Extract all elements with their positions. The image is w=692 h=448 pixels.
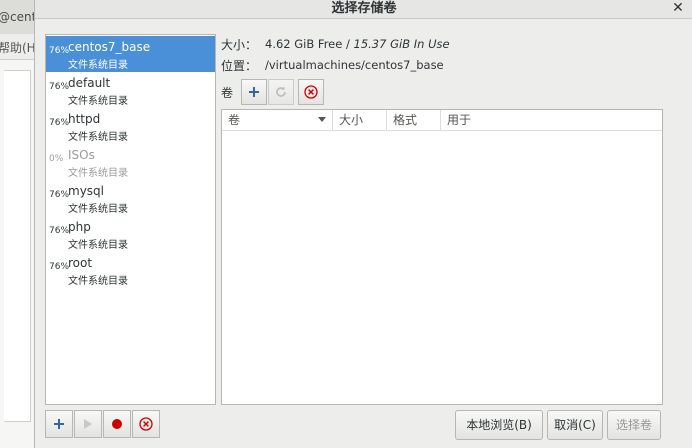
pool-item-default[interactable]: 76% default 文件系统目录 xyxy=(46,72,215,108)
pool-type: 文件系统目录 xyxy=(68,132,128,143)
background-window-menubar: 帮助(H xyxy=(0,34,34,60)
pool-usage-percent: 76% xyxy=(49,190,70,200)
volume-table[interactable]: 卷 大小 格式 用于 xyxy=(221,109,663,405)
pool-item-httpd[interactable]: 76% httpd 文件系统目录 xyxy=(46,108,215,144)
plus-icon xyxy=(249,87,259,97)
add-volume-button[interactable] xyxy=(241,79,267,105)
pool-name: default xyxy=(68,76,111,90)
column-header-volume[interactable]: 卷 xyxy=(222,110,333,130)
close-button[interactable]: ✕ xyxy=(669,0,687,18)
refresh-icon xyxy=(276,86,286,97)
pool-usage-percent: 76% xyxy=(49,46,70,56)
delete-icon xyxy=(304,85,318,99)
pool-name: httpd xyxy=(68,112,101,126)
cancel-button[interactable]: 取消(C) xyxy=(547,410,603,440)
size-in-use: 15.37 GiB In Use xyxy=(353,37,450,51)
column-header-label: 大小 xyxy=(339,113,364,127)
start-pool-button[interactable] xyxy=(74,410,102,438)
pool-usage-percent: 76% xyxy=(49,226,70,236)
pool-usage-percent: 76% xyxy=(49,262,70,272)
background-window-panel xyxy=(4,70,31,422)
plus-icon xyxy=(54,419,64,429)
storage-pool-list[interactable]: 76% centos7_base 文件系统目录 76% default 文件系统… xyxy=(45,34,216,405)
column-header-size[interactable]: 大小 xyxy=(333,110,387,130)
delete-volume-button[interactable] xyxy=(298,79,324,105)
background-window-title: @cent xyxy=(0,10,34,24)
add-pool-button[interactable] xyxy=(45,410,73,438)
stop-pool-button[interactable] xyxy=(103,410,131,438)
play-icon xyxy=(84,419,92,429)
pool-usage-percent: 76% xyxy=(49,118,70,128)
pool-name: root xyxy=(68,256,93,270)
pool-type: 文件系统目录 xyxy=(68,60,128,71)
pool-name: php xyxy=(68,220,91,234)
sort-arrow-icon xyxy=(318,117,326,122)
pool-item-mysql[interactable]: 76% mysql 文件系统目录 xyxy=(46,180,215,216)
pool-name: centos7_base xyxy=(68,40,151,54)
location-label: 位置： xyxy=(221,59,258,73)
record-icon xyxy=(112,419,122,429)
column-header-label: 卷 xyxy=(228,113,241,127)
volumes-label: 卷 xyxy=(221,86,234,100)
dialog-titlebar: 选择存储卷 ✕ xyxy=(35,0,692,19)
delete-pool-button[interactable] xyxy=(132,410,160,438)
background-window-titlebar: @cent xyxy=(0,0,34,35)
column-header-label: 用于 xyxy=(447,113,472,127)
pool-type: 文件系统目录 xyxy=(68,96,128,107)
pool-item-centos7-base[interactable]: 76% centos7_base 文件系统目录 xyxy=(46,36,215,72)
volume-table-header: 卷 大小 格式 用于 xyxy=(222,110,662,131)
size-label: 大小： xyxy=(221,38,258,52)
pool-usage-percent: 0% xyxy=(49,154,64,164)
column-header-label: 格式 xyxy=(393,113,418,127)
column-header-used-by[interactable]: 用于 xyxy=(441,110,662,130)
background-menu-help[interactable]: 帮助(H xyxy=(0,39,34,56)
browse-local-button[interactable]: 本地浏览(B) xyxy=(455,410,543,440)
pool-item-php[interactable]: 76% php 文件系统目录 xyxy=(46,216,215,252)
pool-item-root[interactable]: 76% root 文件系统目录 xyxy=(46,252,215,288)
pool-type: 文件系统目录 xyxy=(68,240,128,251)
pool-type: 文件系统目录 xyxy=(68,204,128,215)
pool-name: mysql xyxy=(68,184,104,198)
column-header-format[interactable]: 格式 xyxy=(387,110,441,130)
choose-volume-button[interactable]: 选择卷 xyxy=(607,410,661,440)
size-value: 4.62 GiB Free / 15.37 GiB In Use xyxy=(265,37,450,51)
pool-usage-percent: 76% xyxy=(49,82,70,92)
pool-type: 文件系统目录 xyxy=(68,276,128,287)
pool-item-isos[interactable]: 0% ISOs 文件系统目录 xyxy=(46,144,215,180)
size-free: 4.62 GiB Free / xyxy=(265,37,354,51)
location-value: /virtualmachines/centos7_base xyxy=(265,58,444,72)
refresh-volume-button[interactable] xyxy=(268,79,294,105)
background-window: @cent 帮助(H xyxy=(0,0,35,448)
pool-type: 文件系统目录 xyxy=(68,168,128,179)
pool-name: ISOs xyxy=(68,148,95,162)
delete-icon xyxy=(139,417,153,431)
dialog-title: 选择存储卷 xyxy=(331,1,397,16)
close-icon: ✕ xyxy=(672,0,684,16)
choose-storage-volume-dialog: 选择存储卷 ✕ 76% centos7_base 文件系统目录 76% defa… xyxy=(34,0,692,448)
